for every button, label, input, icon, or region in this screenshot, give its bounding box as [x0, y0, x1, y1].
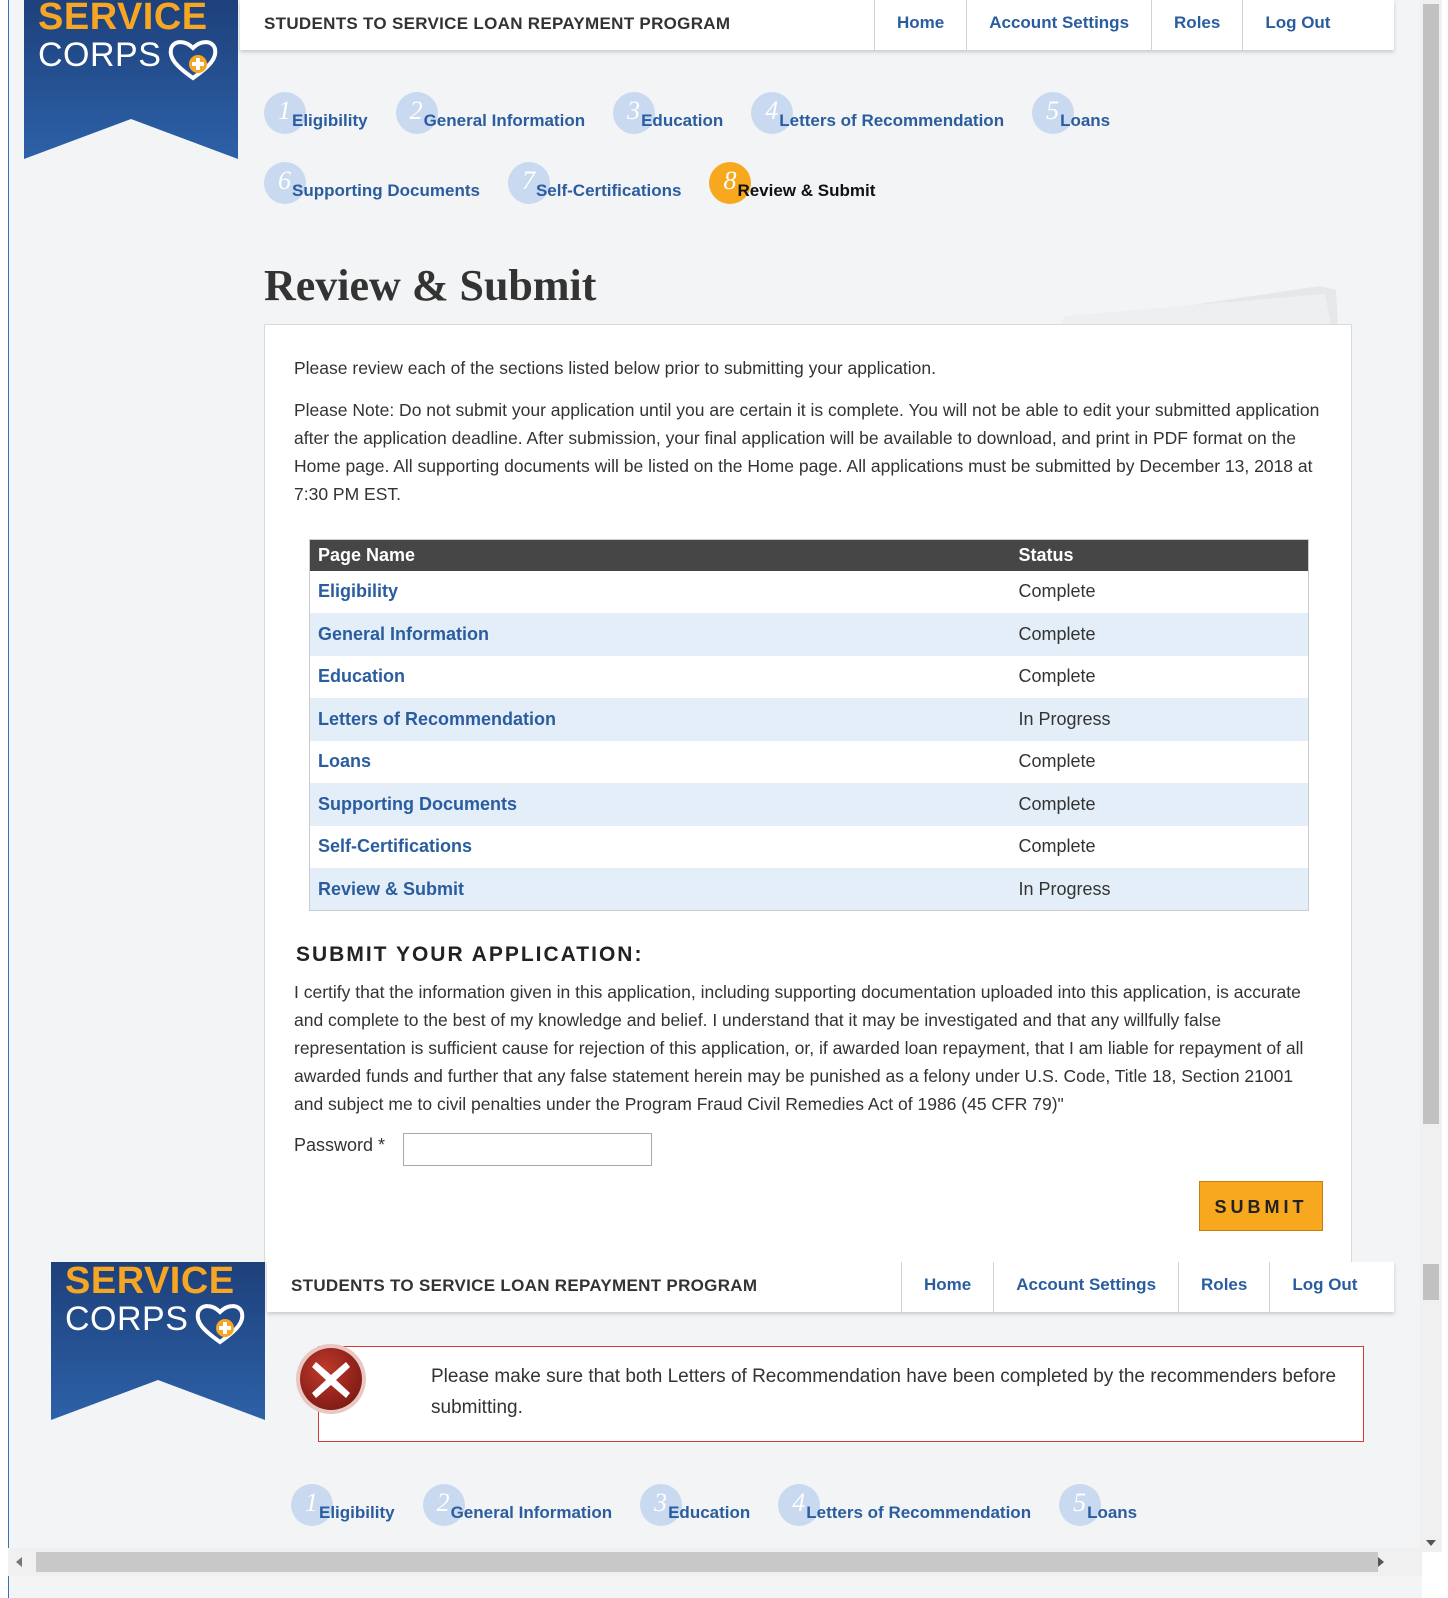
password-label: Password *	[294, 1135, 386, 1155]
submit-heading: SUBMIT YOUR APPLICATION:	[296, 943, 644, 966]
horizontal-scrollbar[interactable]	[8, 1548, 1422, 1576]
page-title: Review & Submit	[264, 261, 597, 310]
col-page-name: Page Name	[309, 539, 1011, 571]
step-review-submit[interactable]: 8 Review & Submit	[709, 162, 875, 208]
top-nav: Home Account Settings Roles Log Out	[901, 1262, 1379, 1312]
step-loans[interactable]: 5 Loans	[1032, 92, 1110, 138]
step-general-information[interactable]: 2 General Information	[395, 92, 585, 138]
nav-logout-link[interactable]: Log Out	[1269, 1262, 1379, 1312]
nav-home-link[interactable]: Home	[874, 0, 966, 50]
service-corps-logo[interactable]: SERVICE CORPS	[51, 1262, 265, 1423]
top-header-bar: STUDENTS TO SERVICE LOAN REPAYMENT PROGR…	[267, 1262, 1394, 1312]
table-row: Self-Certifications Complete	[310, 826, 1309, 869]
nav-roles-link[interactable]: Roles	[1178, 1262, 1269, 1312]
row-page-link[interactable]: Self-Certifications	[310, 826, 1011, 869]
error-message: Please make sure that both Letters of Re…	[431, 1366, 1337, 1418]
top-header-bar: STUDENTS TO SERVICE LOAN REPAYMENT PROGR…	[240, 0, 1394, 50]
scrollbar-thumb[interactable]	[1423, 1264, 1439, 1300]
horizontal-scrollbar-thumb[interactable]	[36, 1552, 1378, 1572]
scroll-right-arrow-icon[interactable]	[1378, 1557, 1384, 1567]
step-letters-of-recommendation[interactable]: 4 Letters of Recommendation	[751, 92, 1004, 138]
table-row: General Information Complete	[309, 613, 1309, 656]
row-page-link[interactable]: Letters of Recommendation	[309, 698, 1011, 741]
step-education[interactable]: 3 Education	[613, 92, 723, 138]
row-status: Complete	[1010, 613, 1309, 656]
table-row: Loans Complete	[310, 741, 1309, 784]
nav-account-settings-link[interactable]: Account Settings	[966, 0, 1151, 50]
program-title: STUDENTS TO SERVICE LOAN REPAYMENT PROGR…	[264, 14, 731, 33]
row-page-link[interactable]: Loans	[310, 741, 1011, 784]
scroll-down-arrow-icon[interactable]	[1426, 1540, 1436, 1546]
review-card: Please review each of the sections liste…	[264, 324, 1352, 1262]
service-corps-logo[interactable]: SERVICE CORPS	[24, 0, 238, 159]
col-status: Status	[1010, 539, 1309, 571]
nav-logout-link[interactable]: Log Out	[1242, 0, 1352, 50]
section-status-table: Page Name Status Eligibility Complete Gen…	[309, 539, 1309, 911]
nav-account-settings-link[interactable]: Account Settings	[993, 1262, 1178, 1312]
heart-plus-icon	[195, 1304, 245, 1345]
row-page-link[interactable]: Review & Submit	[309, 868, 1011, 911]
step-education[interactable]: 3 Education	[640, 1484, 750, 1530]
logo-line1: SERVICE	[38, 0, 208, 38]
scroll-left-arrow-icon[interactable]	[16, 1557, 22, 1567]
logo-line2: CORPS	[38, 36, 162, 74]
submit-button[interactable]: SUBMIT	[1199, 1181, 1323, 1231]
logo-line1: SERVICE	[65, 1262, 235, 1302]
heart-plus-icon	[168, 40, 218, 81]
row-page-link[interactable]: Eligibility	[310, 571, 1011, 614]
row-status: In Progress	[1010, 698, 1309, 741]
step-progress: 1 Eligibility 2 General Information 3 Educa…	[291, 1484, 1165, 1554]
intro-text: Please review each of the sections liste…	[294, 358, 937, 378]
scrollbar-thumb[interactable]	[1423, 4, 1439, 1124]
nav-home-link[interactable]: Home	[901, 1262, 993, 1312]
step-loans[interactable]: 5 Loans	[1059, 1484, 1137, 1530]
screenshot-panel-error: STUDENTS TO SERVICE LOAN REPAYMENT PROGR…	[0, 1262, 1448, 1598]
nav-roles-link[interactable]: Roles	[1151, 0, 1242, 50]
row-page-link[interactable]: General Information	[309, 613, 1011, 656]
table-row: Education Complete	[310, 656, 1309, 699]
password-input[interactable]	[403, 1133, 652, 1166]
deadline-note: Please Note: Do not submit your applicat…	[294, 400, 1320, 504]
table-row: Eligibility Complete	[310, 571, 1309, 614]
logo-line2: CORPS	[65, 1300, 189, 1338]
table-row: Review & Submit In Progress	[309, 868, 1309, 911]
step-eligibility[interactable]: 1 Eligibility	[291, 1484, 395, 1530]
row-status: In Progress	[1010, 868, 1309, 911]
step-letters-of-recommendation[interactable]: 4 Letters of Recommendation	[778, 1484, 1031, 1530]
vertical-scrollbar[interactable]	[1420, 1262, 1442, 1552]
error-x-icon	[296, 1344, 366, 1414]
row-status: Complete	[1018, 581, 1096, 602]
step-progress: 1 Eligibility 2 General Information 3 Educa…	[264, 92, 1138, 232]
row-page-link[interactable]: Supporting Documents	[309, 783, 1011, 826]
step-eligibility[interactable]: 1 Eligibility	[264, 92, 368, 138]
table-row: Letters of Recommendation In Progress	[309, 698, 1309, 741]
table-header-row: Page Name Status	[309, 539, 1309, 571]
certification-text: I certify that the information given in …	[294, 982, 1304, 1114]
row-status: Complete	[1018, 666, 1096, 687]
row-page-link[interactable]: Education	[310, 656, 1011, 699]
program-title: STUDENTS TO SERVICE LOAN REPAYMENT PROGR…	[291, 1276, 758, 1295]
table-row: Supporting Documents Complete	[309, 783, 1309, 826]
row-status: Complete	[1018, 751, 1096, 772]
error-alert: Please make sure that both Letters of Re…	[318, 1346, 1364, 1442]
screenshot-panel-review: STUDENTS TO SERVICE LOAN REPAYMENT PROGR…	[0, 0, 1448, 1262]
row-status: Complete	[1010, 783, 1309, 826]
vertical-scrollbar[interactable]	[1420, 0, 1442, 1262]
step-general-information[interactable]: 2 General Information	[422, 1484, 612, 1530]
top-nav: Home Account Settings Roles Log Out	[874, 0, 1352, 50]
step-supporting-documents[interactable]: 6 Supporting Documents	[264, 162, 480, 208]
row-status: Complete	[1018, 836, 1096, 857]
step-self-certifications[interactable]: 7 Self-Certifications	[507, 162, 681, 208]
